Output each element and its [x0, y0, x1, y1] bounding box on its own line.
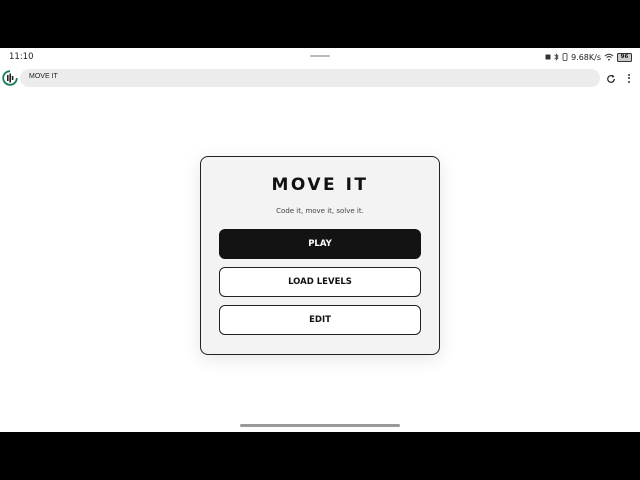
app-logo-icon[interactable]: [2, 70, 18, 86]
load-levels-button[interactable]: LOAD LEVELS: [219, 267, 421, 297]
address-text: MOVE IT: [29, 73, 58, 80]
reload-button[interactable]: [604, 71, 618, 85]
edit-button[interactable]: EDIT: [219, 305, 421, 335]
screenshot-icon: [545, 54, 551, 60]
wifi-icon: [604, 53, 614, 61]
net-speed: 9.68K/s: [571, 52, 601, 62]
card-title: MOVE IT: [271, 175, 369, 195]
battery-icon: 96: [617, 52, 632, 62]
home-gesture-bar[interactable]: [240, 424, 400, 427]
card-subtitle: Code it, move it, solve it.: [276, 207, 364, 215]
vibrate-icon: [562, 53, 568, 61]
status-bar: 11:10 9.68K/s 96: [0, 48, 640, 66]
more-vert-icon[interactable]: [624, 71, 634, 85]
address-bar[interactable]: MOVE IT: [20, 69, 600, 87]
app-screen: 11:10 9.68K/s 96 MOVE IT MOVE IT Code it…: [0, 48, 640, 432]
status-icons: 9.68K/s 96: [545, 51, 632, 63]
reload-icon: [606, 69, 616, 88]
menu-card: MOVE IT Code it, move it, solve it. PLAY…: [200, 156, 440, 355]
bluetooth-icon: [554, 53, 559, 61]
top-handle: [310, 55, 330, 57]
status-time: 11:10: [9, 52, 34, 62]
play-button[interactable]: PLAY: [219, 229, 421, 259]
